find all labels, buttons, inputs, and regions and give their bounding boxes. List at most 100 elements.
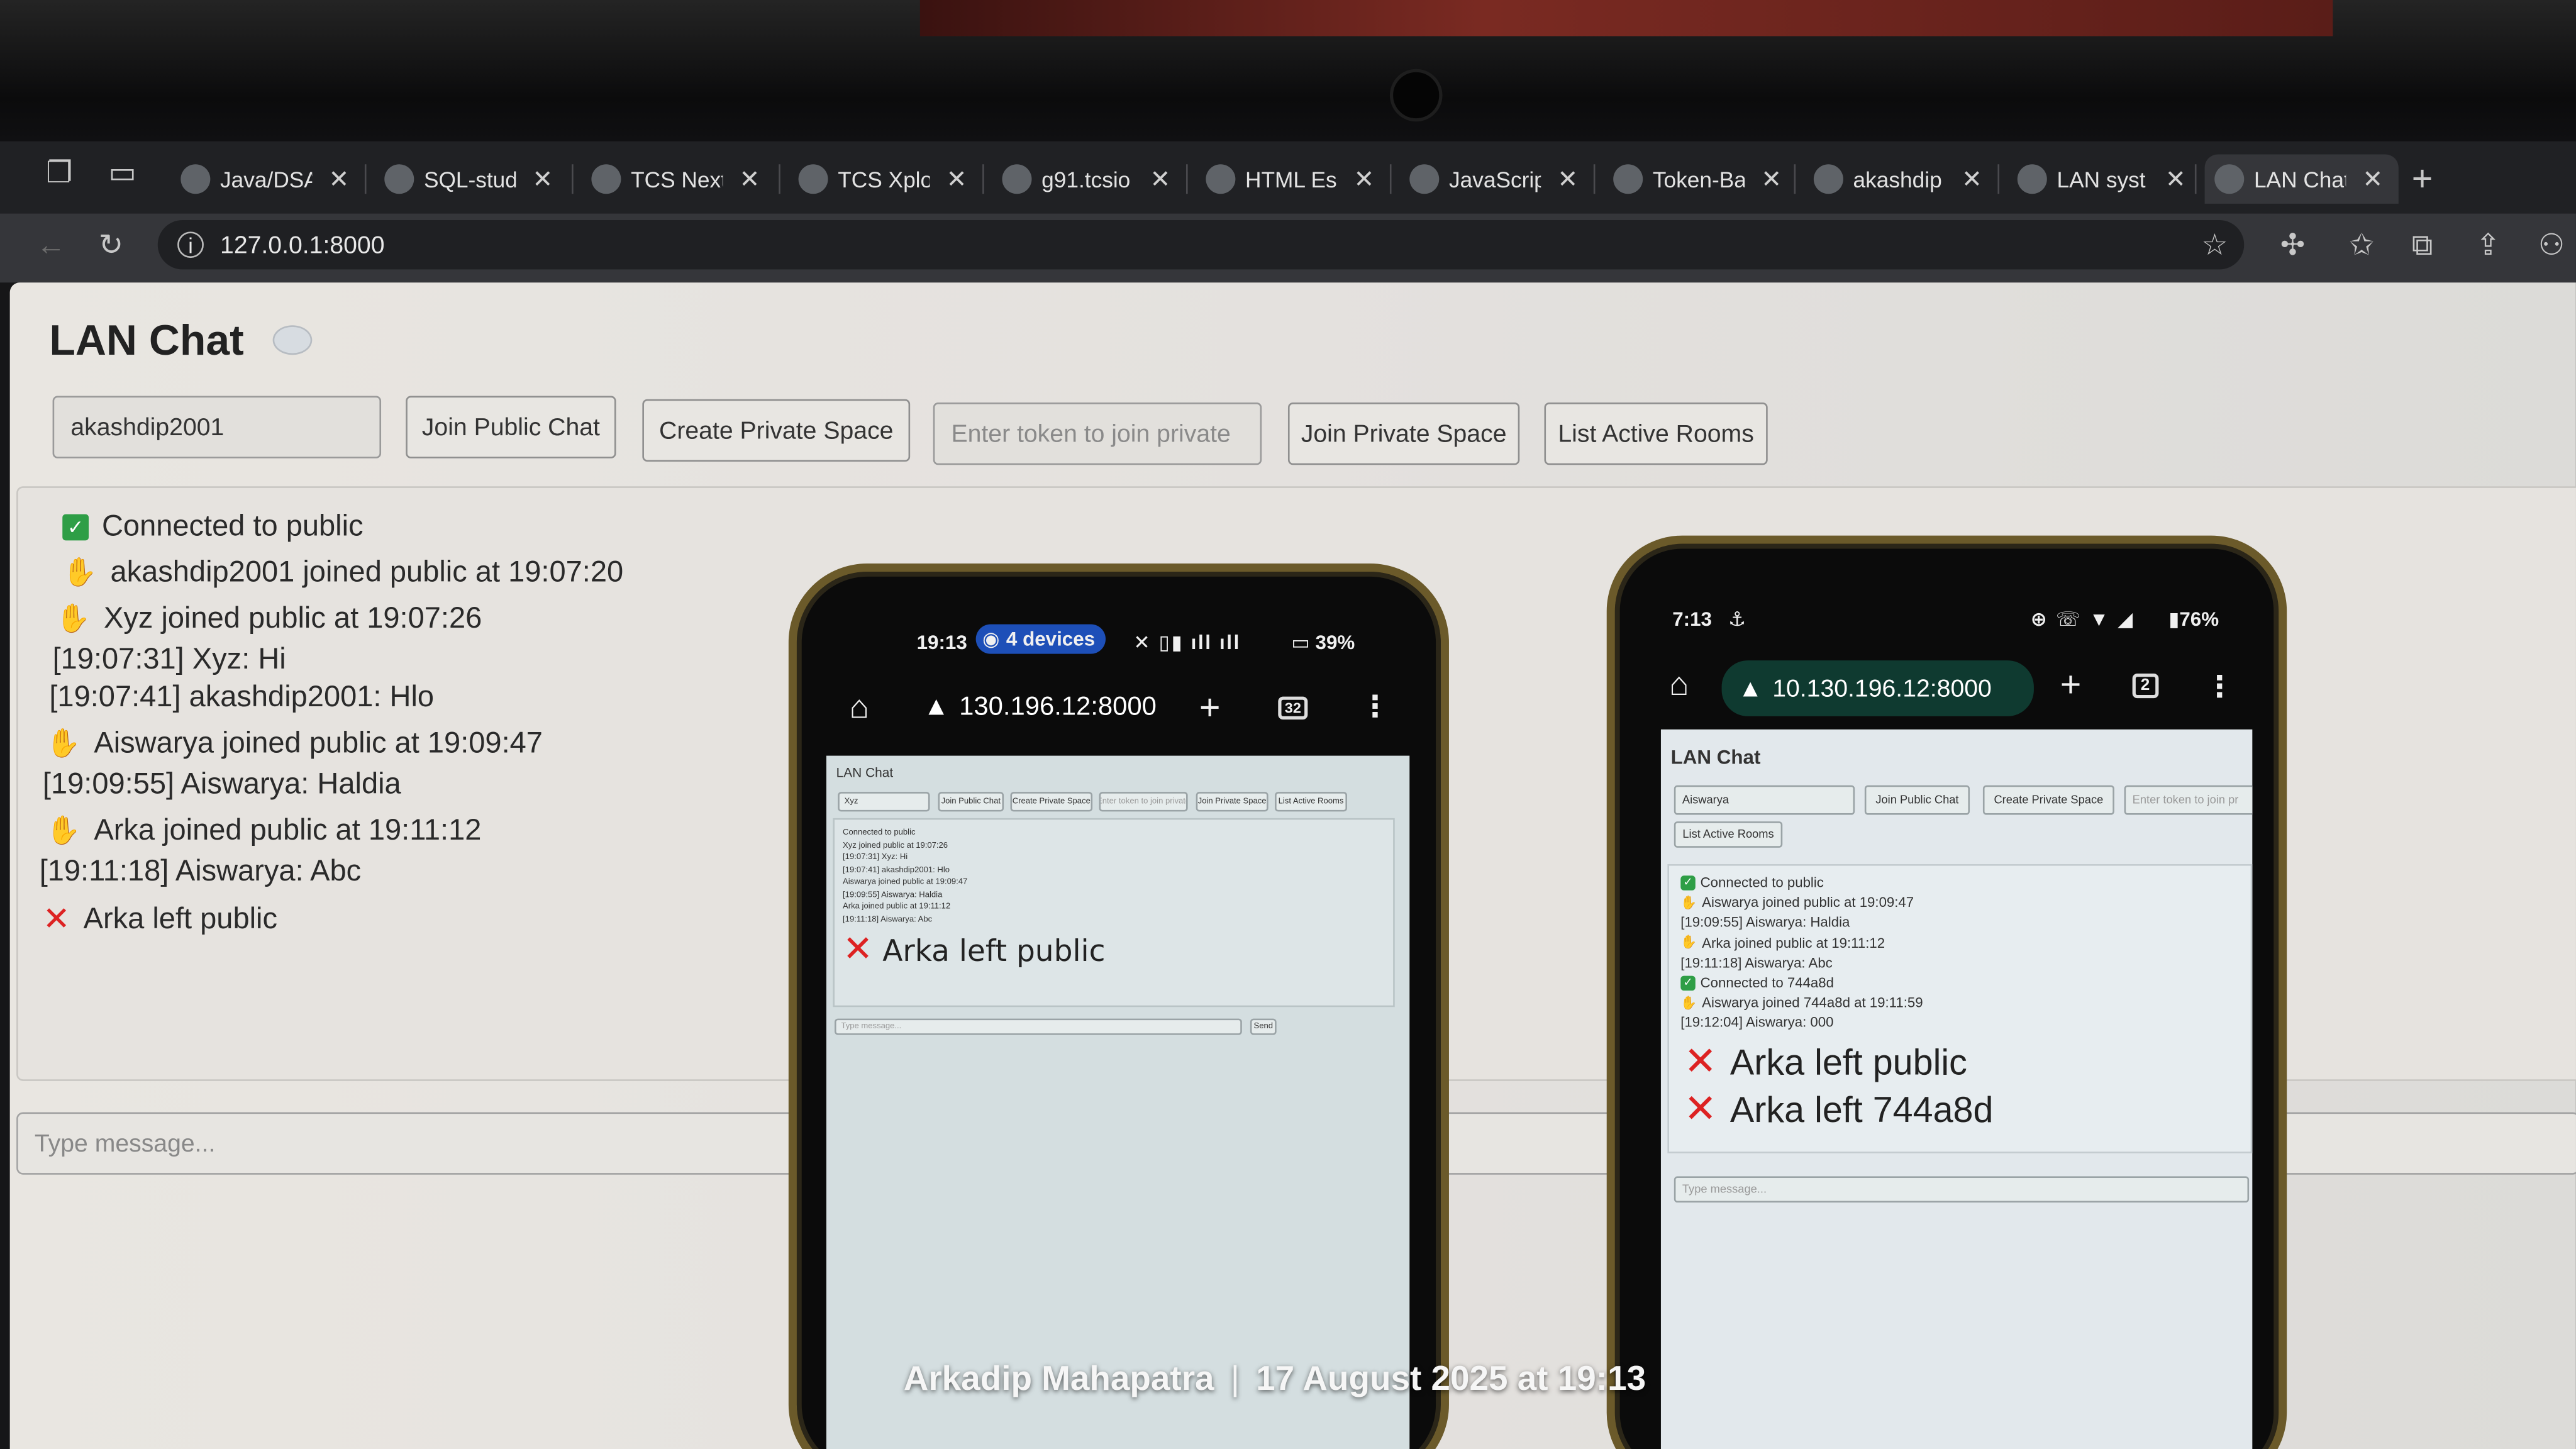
- home-icon[interactable]: ⌂: [850, 690, 870, 728]
- mini-big-text: Arka left public: [1729, 1040, 1967, 1082]
- username-input[interactable]: akashdip2001: [52, 396, 382, 458]
- mini-token-input[interactable]: Enter token to join private: [1099, 792, 1188, 812]
- mini-log-text: Aiswarya joined public at 19:09:47: [1702, 894, 1914, 911]
- mini-big-line: ✕ Arka left public: [843, 930, 1106, 971]
- tab-label: LAN Chat: [2253, 167, 2346, 192]
- chatgpt-icon: [2017, 164, 2047, 194]
- phone-right-clock: 7:13: [1672, 608, 1712, 631]
- mini-log-line: Xyz joined public at 19:07:26: [843, 840, 948, 850]
- tab-label: TCS Next: [631, 167, 723, 192]
- token-input[interactable]: Enter token to join private: [933, 402, 1262, 465]
- close-icon[interactable]: ✕: [1761, 164, 1782, 194]
- waving-hand-icon: ✋: [55, 602, 91, 634]
- document-icon: [1002, 164, 1032, 194]
- mini-username-input[interactable]: Xyz: [838, 792, 930, 812]
- close-icon[interactable]: ✕: [2165, 164, 2186, 194]
- close-icon[interactable]: ✕: [947, 164, 967, 194]
- log-line: [19:07:41] akashdip2001: Hlo: [49, 680, 434, 714]
- mini-token-input[interactable]: Enter token to join pr: [2124, 785, 2253, 815]
- tab-separator: [1794, 164, 1796, 194]
- mini-message-input[interactable]: Type message...: [834, 1018, 1242, 1035]
- close-icon[interactable]: ✕: [1353, 164, 1374, 194]
- tab-html-ess[interactable]: HTML Ess ✕: [1196, 155, 1390, 204]
- mini-create-private[interactable]: Create Private Space: [1010, 792, 1093, 812]
- menu-dots-icon[interactable]: ⋮: [2205, 670, 2235, 705]
- gmail-icon: [591, 164, 621, 194]
- list-rooms-button[interactable]: List Active Rooms: [1544, 402, 1768, 465]
- tab-javascrip[interactable]: JavaScrip ✕: [1400, 155, 1594, 204]
- tab-token-ba[interactable]: Token-Ba ✕: [1604, 155, 1797, 204]
- check-icon: ✓: [1680, 975, 1696, 990]
- phone-left-battery: ▭ 39%: [1291, 631, 1355, 654]
- tab-java-dsa[interactable]: Java/DSA ✕: [171, 155, 365, 204]
- tab-label: akashdip: [1853, 167, 1942, 192]
- extensions-icon[interactable]: ✣: [2280, 230, 2305, 260]
- mini-list-rooms[interactable]: List Active Rooms: [1674, 821, 1783, 848]
- mini-list-rooms[interactable]: List Active Rooms: [1275, 792, 1348, 812]
- new-tab-icon[interactable]: +: [1199, 687, 1221, 730]
- tab-akashdip[interactable]: akashdip ✕: [1804, 155, 1997, 204]
- join-private-button[interactable]: Join Private Space: [1287, 402, 1520, 465]
- close-icon[interactable]: ✕: [2362, 164, 2383, 194]
- tab-lan-syst[interactable]: LAN syst ✕: [2007, 155, 2201, 204]
- phone-left-clock: 19:13: [916, 631, 967, 654]
- log-text: [19:07:31] Xyz: Hi: [52, 642, 286, 675]
- tab-tcs-next[interactable]: TCS Next ✕: [582, 155, 775, 204]
- close-icon[interactable]: ✕: [328, 164, 349, 194]
- bookmark-star-icon[interactable]: ☆: [2201, 230, 2228, 260]
- menu-dots-icon[interactable]: ⋮: [1360, 690, 1390, 724]
- tab-tcs-xplo[interactable]: TCS Xplo ✕: [789, 155, 982, 204]
- mini-log-line: [19:07:31] Xyz: Hi: [843, 852, 908, 863]
- webcam: [1389, 69, 1443, 122]
- tab-lan-chat[interactable]: LAN Chat ✕: [2204, 154, 2399, 204]
- log-text: Aiswarya joined public at 19:09:47: [94, 726, 543, 759]
- tab-g91-tcsio[interactable]: g91.tcsio ✕: [992, 155, 1186, 204]
- share-icon[interactable]: ⇪: [2476, 230, 2501, 260]
- check-icon: ✓: [1680, 874, 1696, 890]
- mini-log-line: [19:11:18] Aiswarya: Abc: [843, 914, 933, 924]
- collections-icon[interactable]: ⧉: [2412, 230, 2433, 260]
- close-icon[interactable]: ✕: [739, 164, 760, 194]
- phone-right-url-bar[interactable]: ▲ 10.130.196.12:8000: [1721, 660, 2034, 716]
- new-tab-icon[interactable]: +: [2412, 160, 2433, 196]
- info-icon[interactable]: i: [177, 231, 204, 258]
- create-private-button[interactable]: Create Private Space: [642, 399, 911, 462]
- close-icon[interactable]: ✕: [1150, 164, 1171, 194]
- log-line: ✋ akashdip2001 joined public at 19:07:20: [62, 555, 623, 590]
- mini-join-public[interactable]: Join Public Chat: [938, 792, 1004, 812]
- tab-actions-icon[interactable]: ❐: [46, 158, 72, 187]
- mini-log-line: [19:09:55] Aiswarya: Haldia: [1680, 914, 1850, 930]
- mini-log-text: [19:11:18] Aiswarya: Abc: [1680, 954, 1833, 971]
- close-icon[interactable]: ✕: [1557, 164, 1578, 194]
- tab-count-badge[interactable]: 2: [2132, 674, 2158, 699]
- mini-join-private[interactable]: Join Private Space: [1196, 792, 1269, 812]
- vertical-tabs-icon[interactable]: ▭: [108, 158, 136, 187]
- close-icon[interactable]: ✕: [532, 164, 553, 194]
- phone-right-screen: LAN Chat Aiswarya Join Public Chat Creat…: [1660, 729, 2253, 1449]
- mini-username-input[interactable]: Aiswarya: [1674, 785, 1855, 815]
- log-line: ✕ Arka left public: [43, 899, 277, 940]
- address-bar[interactable]: i 127.0.0.1:8000: [157, 220, 2245, 270]
- tab-label: LAN syst: [2057, 167, 2146, 192]
- mini-create-private[interactable]: Create Private Space: [1982, 785, 2114, 815]
- home-icon[interactable]: ⌂: [1669, 667, 1689, 705]
- join-public-button[interactable]: Join Public Chat: [406, 396, 616, 458]
- back-icon[interactable]: ←: [36, 230, 65, 260]
- new-tab-icon[interactable]: +: [2060, 663, 2082, 706]
- close-icon[interactable]: ✕: [1962, 164, 1982, 194]
- mini-message-input[interactable]: Type message...: [1674, 1176, 2250, 1203]
- tab-sql-stud[interactable]: SQL-stud ✕: [375, 155, 569, 204]
- reload-icon[interactable]: ↻: [99, 230, 123, 260]
- tab-label: g91.tcsio: [1041, 167, 1131, 192]
- phone-left-screen: LAN Chat Xyz Join Public Chat Create Pri…: [826, 755, 1410, 1449]
- mini-send-button[interactable]: Send: [1250, 1018, 1277, 1035]
- mini-join-public[interactable]: Join Public Chat: [1864, 785, 1970, 815]
- log-line: ✋ Xyz joined public at 19:07:26: [56, 601, 482, 636]
- mini-log-line: [19:12:04] Aiswarya: 000: [1680, 1014, 1833, 1031]
- tab-count-badge[interactable]: 32: [1278, 696, 1308, 720]
- mini-log-text: Aiswarya joined 744a8d at 19:11:59: [1702, 994, 1923, 1011]
- phone-left-url-bar[interactable]: ▲ 130.196.12:8000: [907, 680, 1170, 736]
- favorites-icon[interactable]: ✩: [2349, 230, 2373, 260]
- copilot-icon[interactable]: ⚇: [2538, 230, 2565, 260]
- cross-icon: ✕: [1684, 1087, 1718, 1132]
